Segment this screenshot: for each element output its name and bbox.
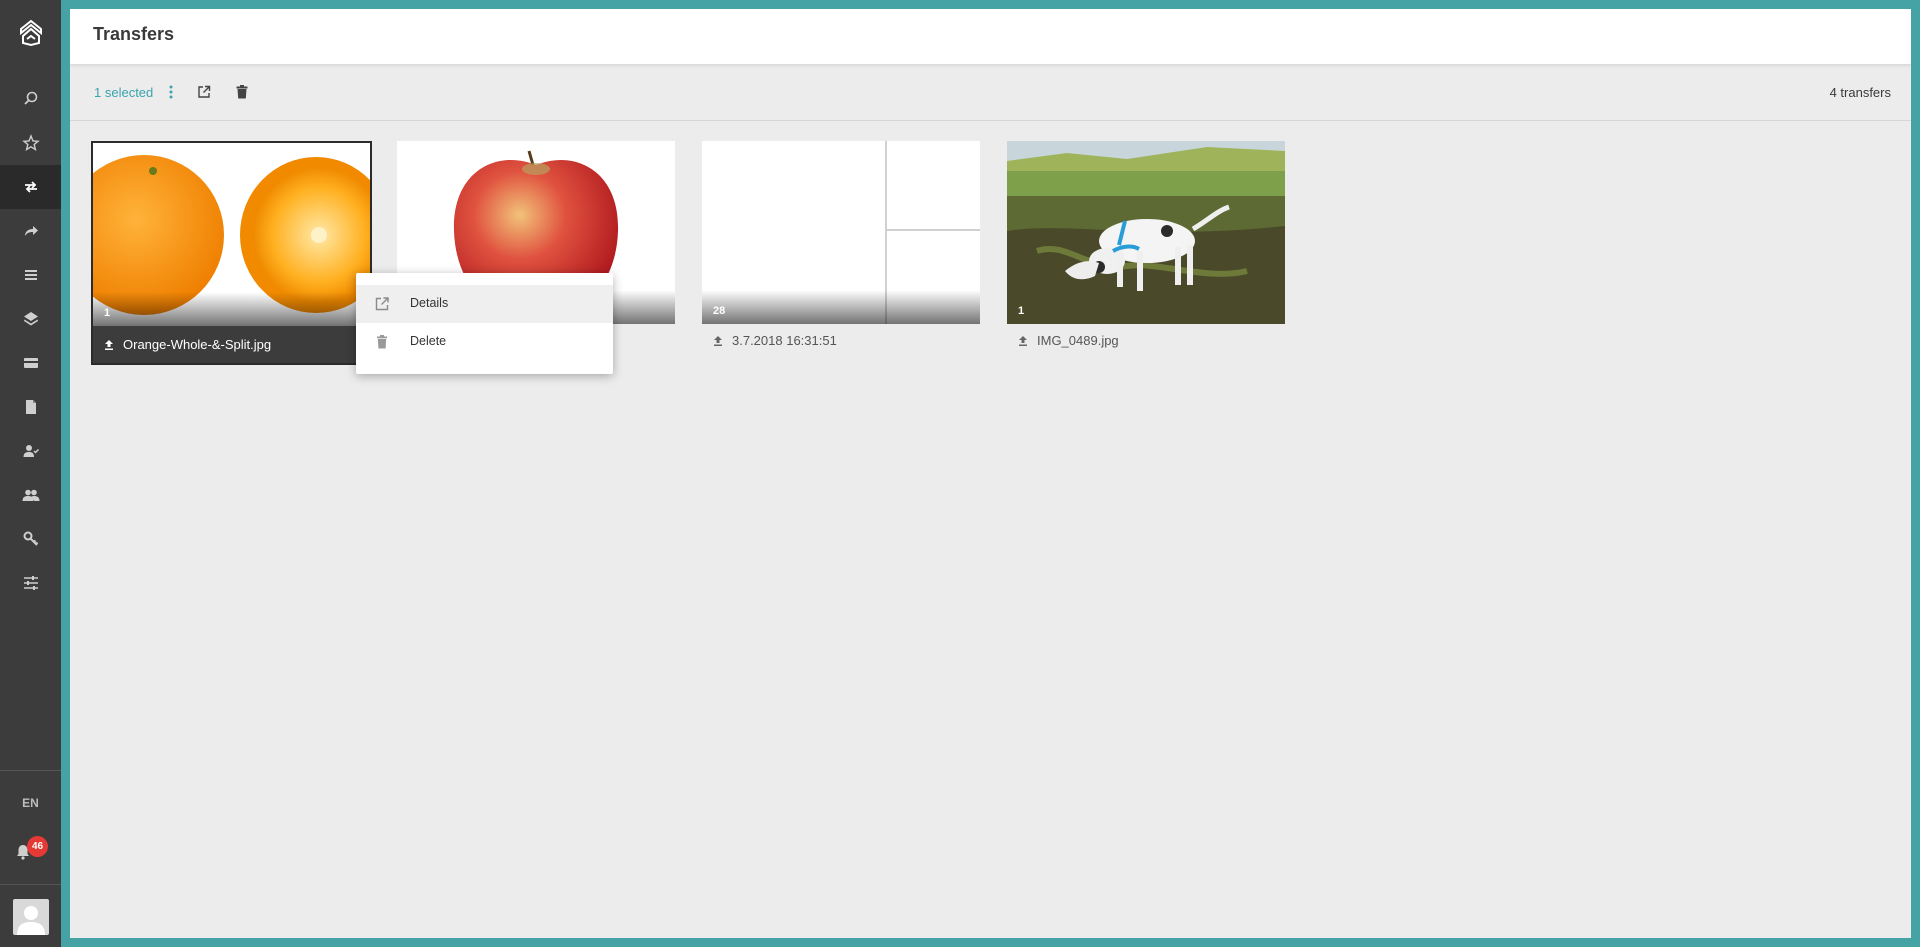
nav-user-check[interactable] — [0, 429, 61, 473]
thumbnail-shade — [93, 292, 370, 326]
card-thumbnail[interactable]: 1 — [93, 143, 370, 326]
logo-icon — [19, 19, 42, 47]
key-icon — [23, 531, 38, 546]
nav-keys[interactable] — [0, 517, 61, 561]
nav-list[interactable] — [0, 253, 61, 297]
context-menu-delete-label: Delete — [410, 334, 447, 348]
search-icon — [23, 91, 37, 105]
card-filename: Orange-Whole-&-Split.jpg — [123, 337, 272, 352]
trash-icon — [236, 85, 248, 99]
delete-button[interactable] — [232, 82, 252, 102]
card-thumbnail[interactable]: 1 — [1007, 141, 1285, 324]
transfer-card[interactable]: 28 3.7.2018 16:31:51 — [702, 141, 980, 357]
open-details-button[interactable] — [194, 82, 214, 102]
notifications-button[interactable]: 46 — [12, 836, 48, 864]
card-caption: IMG_0489.jpg — [1007, 324, 1285, 357]
list-icon — [24, 270, 37, 280]
card-file-count: 1 — [104, 307, 111, 319]
document-icon — [25, 400, 36, 414]
nav-cards[interactable] — [0, 341, 61, 385]
toolbar: 1 selected 4 transfers — [70, 65, 1911, 121]
context-menu-details-label: Details — [410, 296, 449, 310]
dog-image — [1007, 141, 1285, 324]
card-thumbnail[interactable]: 28 — [702, 141, 980, 324]
nav-search[interactable] — [0, 77, 61, 121]
transfer-card[interactable]: 1 IMG_0489.jpg — [1007, 141, 1285, 357]
language-selector[interactable]: EN — [0, 790, 61, 816]
transfer-card[interactable]: 1 Orange-Whole-&-Split.jpg — [91, 141, 372, 365]
selection-label[interactable]: 1 selected — [94, 85, 153, 100]
users-icon — [22, 489, 39, 501]
card-file-count: 1 — [1018, 305, 1025, 317]
card-caption: Orange-Whole-&-Split.jpg — [93, 326, 370, 363]
card-filename: 3.7.2018 16:31:51 — [732, 333, 837, 348]
page-header: Transfers — [70, 9, 1911, 65]
context-menu-details[interactable]: Details — [356, 285, 613, 323]
sidebar-divider — [0, 884, 61, 885]
open-external-icon — [375, 297, 389, 311]
transfer-icon — [24, 181, 37, 193]
context-menu: Details Delete — [356, 273, 613, 374]
upload-icon — [714, 335, 722, 346]
sliders-icon — [23, 576, 38, 590]
card-filename: IMG_0489.jpg — [1037, 333, 1119, 348]
layers-icon — [23, 312, 38, 326]
page-title: Transfers — [93, 24, 175, 44]
user-check-icon — [23, 445, 39, 457]
trash-icon — [377, 335, 387, 349]
card-caption: 3.7.2018 16:31:51 — [702, 324, 980, 357]
main-content: Transfers 1 selected 4 transfers 1 Orang… — [70, 9, 1911, 938]
nav-transfers[interactable] — [0, 165, 61, 209]
nav-favorites[interactable] — [0, 121, 61, 165]
upload-icon — [1019, 335, 1027, 346]
star-icon — [21, 134, 40, 151]
upload-icon — [105, 339, 113, 350]
nav-share[interactable] — [0, 209, 61, 253]
context-menu-delete[interactable]: Delete — [356, 323, 613, 361]
thumbnail-shade — [702, 290, 980, 324]
sidebar: EN 46 — [0, 0, 61, 947]
card-file-count: 28 — [713, 305, 726, 317]
more-vert-icon — [169, 85, 173, 99]
app-logo[interactable] — [0, 0, 61, 66]
nav-documents[interactable] — [0, 385, 61, 429]
notification-badge: 46 — [27, 836, 48, 857]
nav-settings[interactable] — [0, 561, 61, 605]
user-avatar-icon — [17, 906, 45, 935]
card-icon — [23, 358, 38, 368]
transfer-count: 4 transfers — [1829, 85, 1891, 100]
nav-layers[interactable] — [0, 297, 61, 341]
nav-users[interactable] — [0, 473, 61, 517]
share-icon — [24, 226, 38, 236]
open-external-icon — [198, 85, 211, 98]
avatar[interactable] — [13, 899, 49, 935]
sidebar-divider — [0, 770, 61, 771]
selection-menu-button[interactable] — [164, 83, 178, 101]
